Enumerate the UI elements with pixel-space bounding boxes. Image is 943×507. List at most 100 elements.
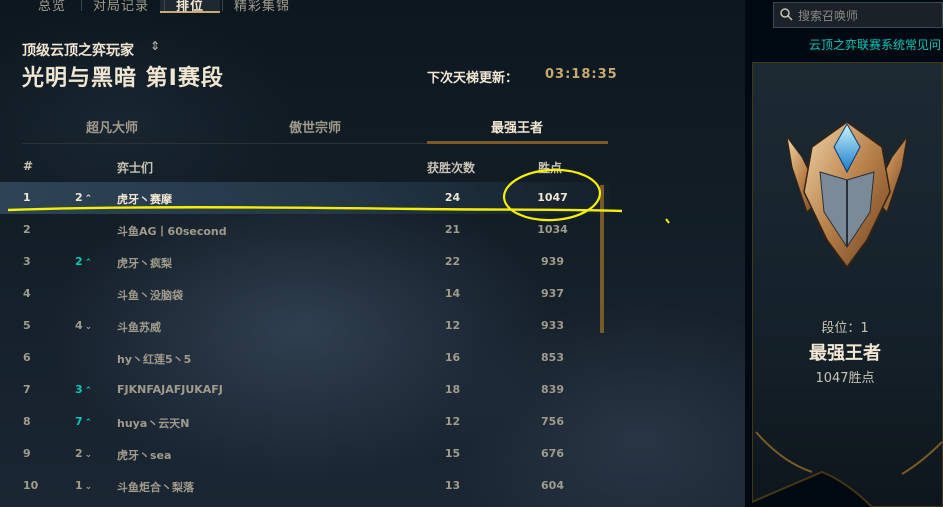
row-rank: 7 [23,383,31,396]
table-row[interactable]: 6 hy丶红莲5丶5 16 853 [0,342,610,374]
chevron-down-icon: ⌄ [84,482,93,492]
player-lp: 756 [541,415,564,428]
table-row[interactable]: 7 3 ⌃ FJKNFAJAFJUKAFJ 18 839 [0,374,610,406]
player-name: 斗鱼丶没脑袋 [117,289,183,302]
faq-link[interactable]: 云顶之弈联赛系统常见问 [809,36,941,53]
summoner-rank: 段位：1 [821,321,869,336]
rank-change: 1 ⌄ [75,479,92,492]
search-placeholder: 搜索召唤师 [798,9,859,23]
player-wins: 14 [444,287,461,300]
row-rank: 5 [23,319,31,332]
nav-tab-2[interactable]: 排位 [176,0,204,14]
search-icon [780,8,793,21]
table-row[interactable]: 5 4 ⌄ 斗鱼苏威 12 933 [0,310,610,342]
chevron-down-icon: ⌄ [84,322,93,332]
table-row[interactable]: 3 2 ⌃ 虎牙丶疯梨 22 939 [0,246,610,278]
player-wins: 15 [444,447,461,460]
nav-tab-0[interactable]: 总览 [38,0,66,14]
summoner-tier: 最强王者 [809,343,881,364]
tab-grandmaster[interactable]: 傲世宗师 [225,117,405,136]
nav-separator [222,0,223,11]
player-wins: 12 [444,415,461,428]
player-wins: 22 [444,255,461,268]
tab-challenger[interactable]: 最强王者 [427,117,607,136]
player-lp: 937 [541,287,564,300]
chevron-up-icon: ⌃ [84,418,93,428]
rank-change: 2 ⌃ [75,191,92,204]
row-rank: 8 [23,415,31,428]
player-lp: 933 [541,319,564,332]
rank-banner [752,62,943,507]
nav-tab-1[interactable]: 对局记录 [93,0,149,14]
player-lp: 1047 [537,191,568,204]
player-name: 虎牙丶疯梨 [117,257,172,270]
rank-change: 2 ⌄ [75,447,92,460]
row-rank: 2 [23,223,31,236]
row-rank: 6 [23,351,31,364]
table-row[interactable]: 8 7 ⌃ huya丶云天N 12 756 [0,406,610,438]
player-name: 虎牙丶sea [117,449,172,462]
player-wins: 12 [444,319,461,332]
player-name: 斗鱼炬合丶梨落 [117,481,194,494]
tab-master[interactable]: 超凡大师 [22,117,202,136]
player-name: 虎牙丶赛摩 [117,193,172,206]
rank-change-value: 7 [75,415,83,428]
table-row[interactable]: 4 斗鱼丶没脑袋 14 937 [0,278,610,310]
chevron-updown-icon[interactable]: ⇕ [150,39,160,53]
table-row[interactable]: 10 1 ⌄ 斗鱼炬合丶梨落 13 604 [0,470,610,502]
chevron-down-icon: ⌄ [84,450,93,460]
player-lp: 839 [541,383,564,396]
table-row[interactable]: 2 斗鱼AG丨60second 21 1034 [0,214,610,246]
player-lp: 939 [541,255,564,268]
tab-active-underline [427,141,608,144]
rank-change-value: 3 [75,383,83,396]
player-wins: 13 [444,479,461,492]
player-wins: 16 [444,351,461,364]
row-rank: 1 [23,191,31,204]
player-name: 斗鱼苏威 [117,321,161,334]
player-lp: 676 [541,447,564,460]
column-header-lp: 胜点 [538,161,563,175]
column-header-rank: # [23,159,34,173]
ladder-update-label: 下次天梯更新： [427,71,519,86]
rank-change: 7 ⌃ [75,415,92,428]
rank-change: 2 ⌃ [75,255,92,268]
summoner-lp: 1047胜点 [815,371,875,386]
player-name: hy丶红莲5丶5 [117,353,192,366]
row-rank: 9 [23,447,31,460]
page-title: 光明与黑暗 第I赛段 [22,66,224,91]
rank-change-value: 2 [75,191,83,204]
player-name: huya丶云天N [117,417,190,430]
player-lp: 1034 [537,223,568,236]
row-rank: 10 [23,479,39,492]
nav-tab-3[interactable]: 精彩集锦 [234,0,290,14]
player-lp: 604 [541,479,564,492]
chevron-up-icon: ⌃ [84,386,93,396]
summoner-search-input[interactable]: 搜索召唤师 [773,2,943,28]
table-row[interactable]: 1 2 ⌃ 虎牙丶赛摩 24 1047 [0,182,610,214]
player-wins: 18 [444,383,461,396]
column-header-wins: 获胜次数 [427,161,476,175]
player-name: 斗鱼AG丨60second [117,225,227,238]
rank-change-value: 4 [75,319,83,332]
rank-change-value: 2 [75,447,83,460]
rank-change-value: 1 [75,479,83,492]
rank-change: 4 ⌄ [75,319,92,332]
rank-change-value: 2 [75,255,83,268]
column-header-players: 弈士们 [117,161,154,175]
player-name: FJKNFAJAFJUKAFJ [117,383,223,396]
chevron-up-icon: ⌃ [84,258,93,268]
queue-selector-label[interactable]: 顶级云顶之弈玩家 [22,40,134,60]
nav-separator [81,0,82,11]
ladder-update-timer: 03:18:35 [545,67,618,82]
scrollbar[interactable] [600,185,604,333]
chevron-up-icon: ⌃ [84,194,93,204]
row-rank: 3 [23,255,31,268]
player-wins: 24 [444,191,461,204]
player-lp: 853 [541,351,564,364]
player-wins: 21 [444,223,461,236]
nav-separator [164,0,165,11]
row-rank: 4 [23,287,31,300]
rank-change: 3 ⌃ [75,383,92,396]
table-row[interactable]: 9 2 ⌄ 虎牙丶sea 15 676 [0,438,610,470]
